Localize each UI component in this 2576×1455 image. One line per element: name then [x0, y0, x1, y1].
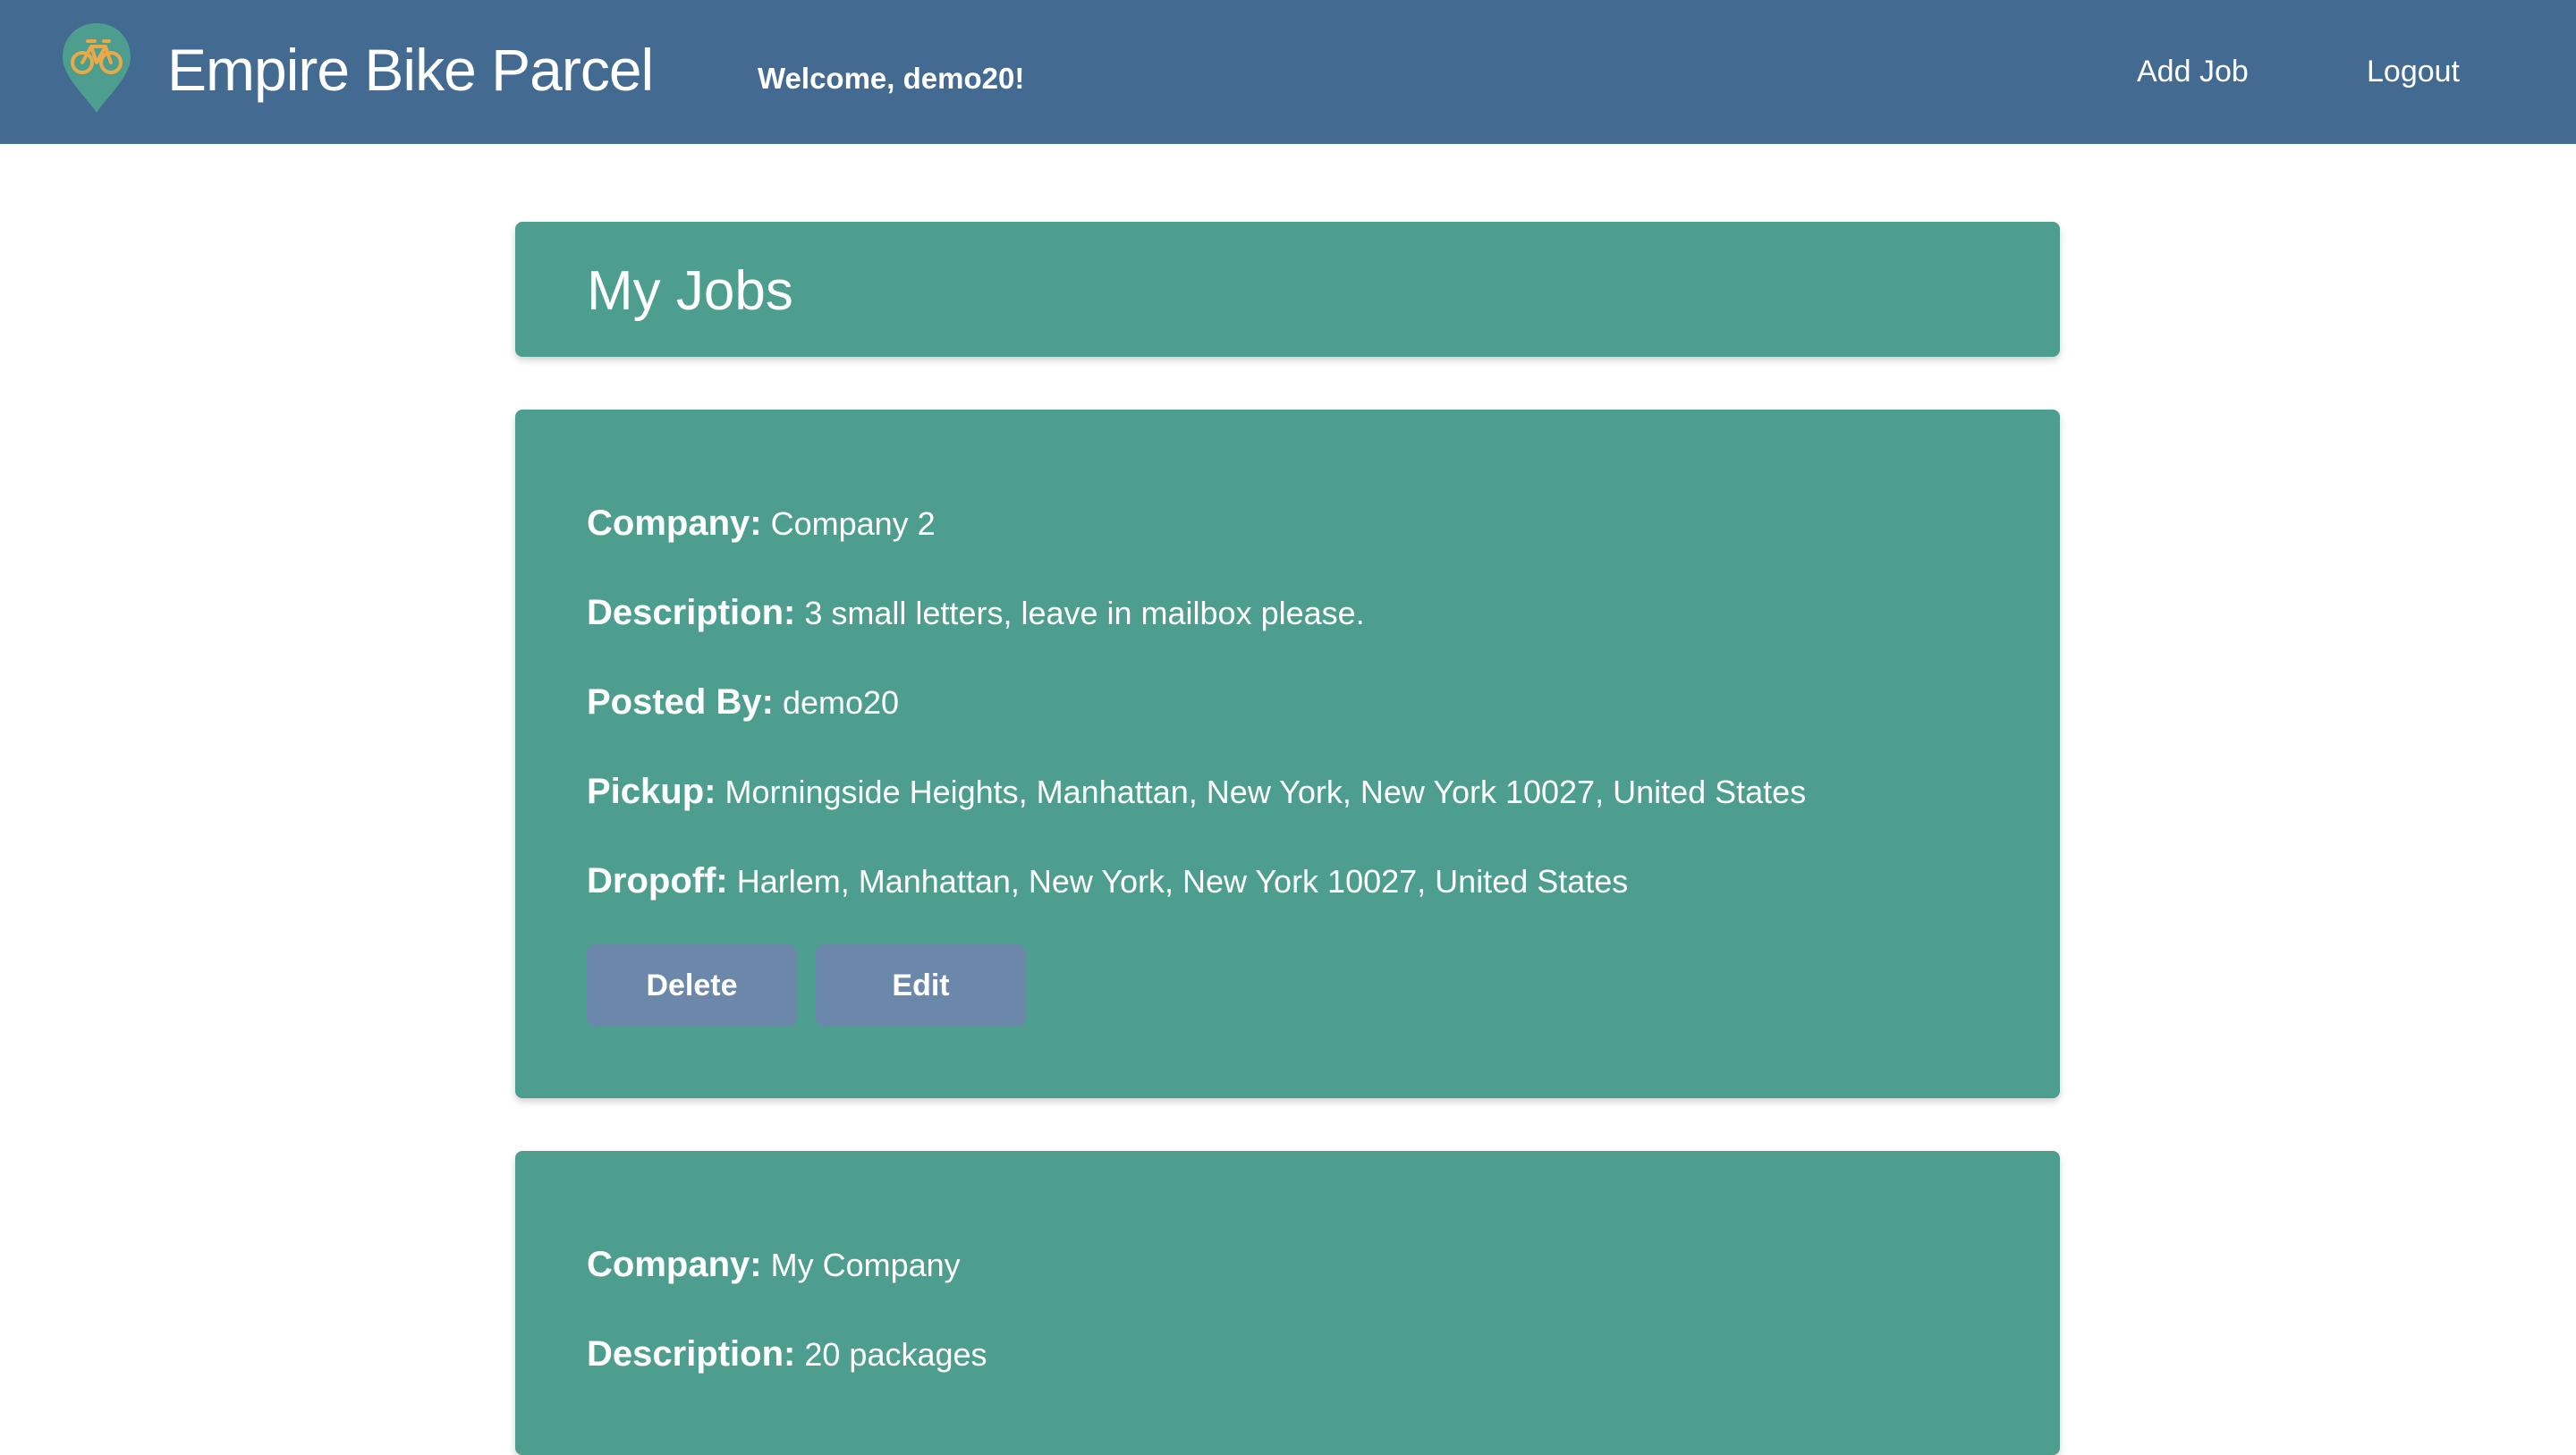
description-label: Description:	[587, 1334, 796, 1374]
pickup-value: Morningside Heights, Manhattan, New York…	[724, 774, 1807, 810]
brand-title[interactable]: Empire Bike Parcel	[167, 32, 654, 107]
add-job-link[interactable]: Add Job	[2137, 52, 2249, 91]
job-company-row: Company: Company 2	[587, 501, 936, 546]
description-value: 3 small letters, leave in mailbox please…	[804, 595, 1365, 631]
company-value: Company 2	[770, 505, 936, 542]
description-label: Description:	[587, 593, 796, 632]
page-title: My Jobs	[587, 260, 793, 322]
posted-by-label: Posted By:	[587, 682, 774, 722]
job-pickup-row: Pickup: Morningside Heights, Manhattan, …	[587, 769, 1806, 815]
job-card: Company: Company 2 Description: 3 small …	[515, 410, 2060, 1098]
welcome-message: Welcome, demo20!	[758, 62, 1025, 95]
job-card: Company: My Company Description: 20 pack…	[515, 1151, 2060, 1455]
job-posted-by-row: Posted By: demo20	[587, 680, 899, 725]
dropoff-label: Dropoff:	[587, 861, 728, 901]
pickup-label: Pickup:	[587, 772, 716, 811]
job-description-row: Description: 20 packages	[587, 1332, 987, 1377]
company-label: Company:	[587, 503, 762, 543]
job-description-row: Description: 3 small letters, leave in m…	[587, 590, 1365, 636]
company-value: My Company	[770, 1247, 961, 1283]
job-dropoff-row: Dropoff: Harlem, Manhattan, New York, Ne…	[587, 859, 1628, 904]
top-navbar: Empire Bike Parcel Welcome, demo20! Add …	[0, 0, 2576, 144]
delete-button[interactable]: Delete	[587, 944, 797, 1027]
posted-by-value: demo20	[782, 684, 900, 721]
edit-button[interactable]: Edit	[816, 944, 1026, 1027]
description-value: 20 packages	[804, 1336, 987, 1373]
dropoff-value: Harlem, Manhattan, New York, New York 10…	[736, 863, 1629, 900]
page-heading-card: My Jobs	[515, 222, 2060, 357]
job-company-row: Company: My Company	[587, 1242, 961, 1288]
company-label: Company:	[587, 1245, 762, 1284]
bike-map-pin-icon[interactable]	[61, 21, 132, 114]
logout-link[interactable]: Logout	[2367, 52, 2460, 91]
